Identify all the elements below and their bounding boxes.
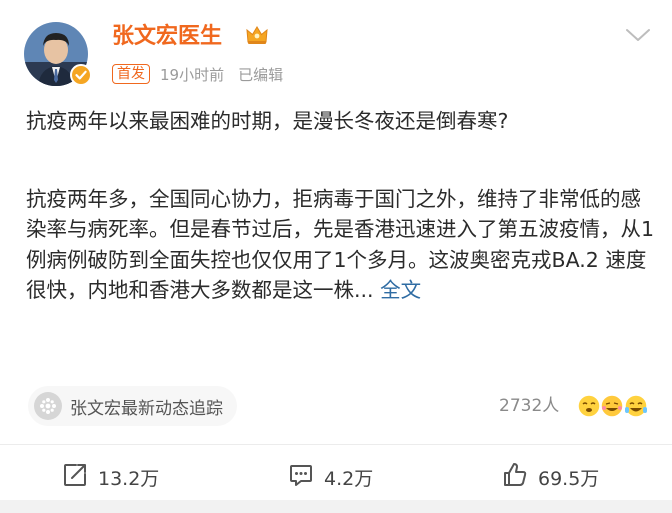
post-body: 抗疫两年多，全国同心协力，拒病毒于国门之外，维持了非常低的感染率与病死率。但是春…: [26, 184, 656, 306]
repost-icon: [60, 460, 90, 494]
post-time: 19小时前: [160, 65, 225, 84]
first-post-tag: 首发: [112, 64, 150, 84]
repost-button[interactable]: 13.2万: [60, 460, 159, 494]
edited-label[interactable]: 已编辑: [238, 64, 283, 85]
topic-wheel-icon: [34, 392, 62, 420]
topic-chip[interactable]: 张文宏最新动态追踪: [28, 386, 237, 426]
author-name[interactable]: 张文宏医生: [112, 22, 222, 52]
like-icon: [500, 460, 530, 494]
like-button[interactable]: 69.5万: [500, 460, 599, 494]
post-headline: 抗疫两年以来最困难的时期，是漫长冬夜还是倒春寒?: [26, 109, 509, 133]
post-meta: 首发 19小时前 已编辑: [112, 62, 283, 86]
like-count: 69.5万: [538, 467, 600, 490]
comment-icon: [286, 460, 316, 494]
verified-badge-icon: [70, 64, 92, 86]
comment-button[interactable]: 4.2万: [286, 460, 373, 494]
reaction-emojis-icon[interactable]: [576, 392, 652, 420]
post-body-text: 抗疫两年多，全国同心协力，拒病毒于国门之外，维持了非常低的感染率与病死率。但是春…: [26, 187, 655, 303]
comment-count: 4.2万: [324, 467, 374, 490]
divider: [0, 444, 672, 445]
reaction-count: 2732人: [499, 396, 560, 416]
read-more-link[interactable]: 全文: [380, 278, 421, 302]
member-crown-icon[interactable]: [244, 22, 270, 48]
chevron-down-icon[interactable]: [624, 26, 652, 44]
post-card: 张文宏医生 首发 19小时前 已编辑 抗疫两年以来最困难的时期，是漫长冬夜还是倒…: [0, 0, 672, 500]
topic-label: 张文宏最新动态追踪: [70, 398, 223, 419]
repost-count: 13.2万: [98, 467, 160, 490]
